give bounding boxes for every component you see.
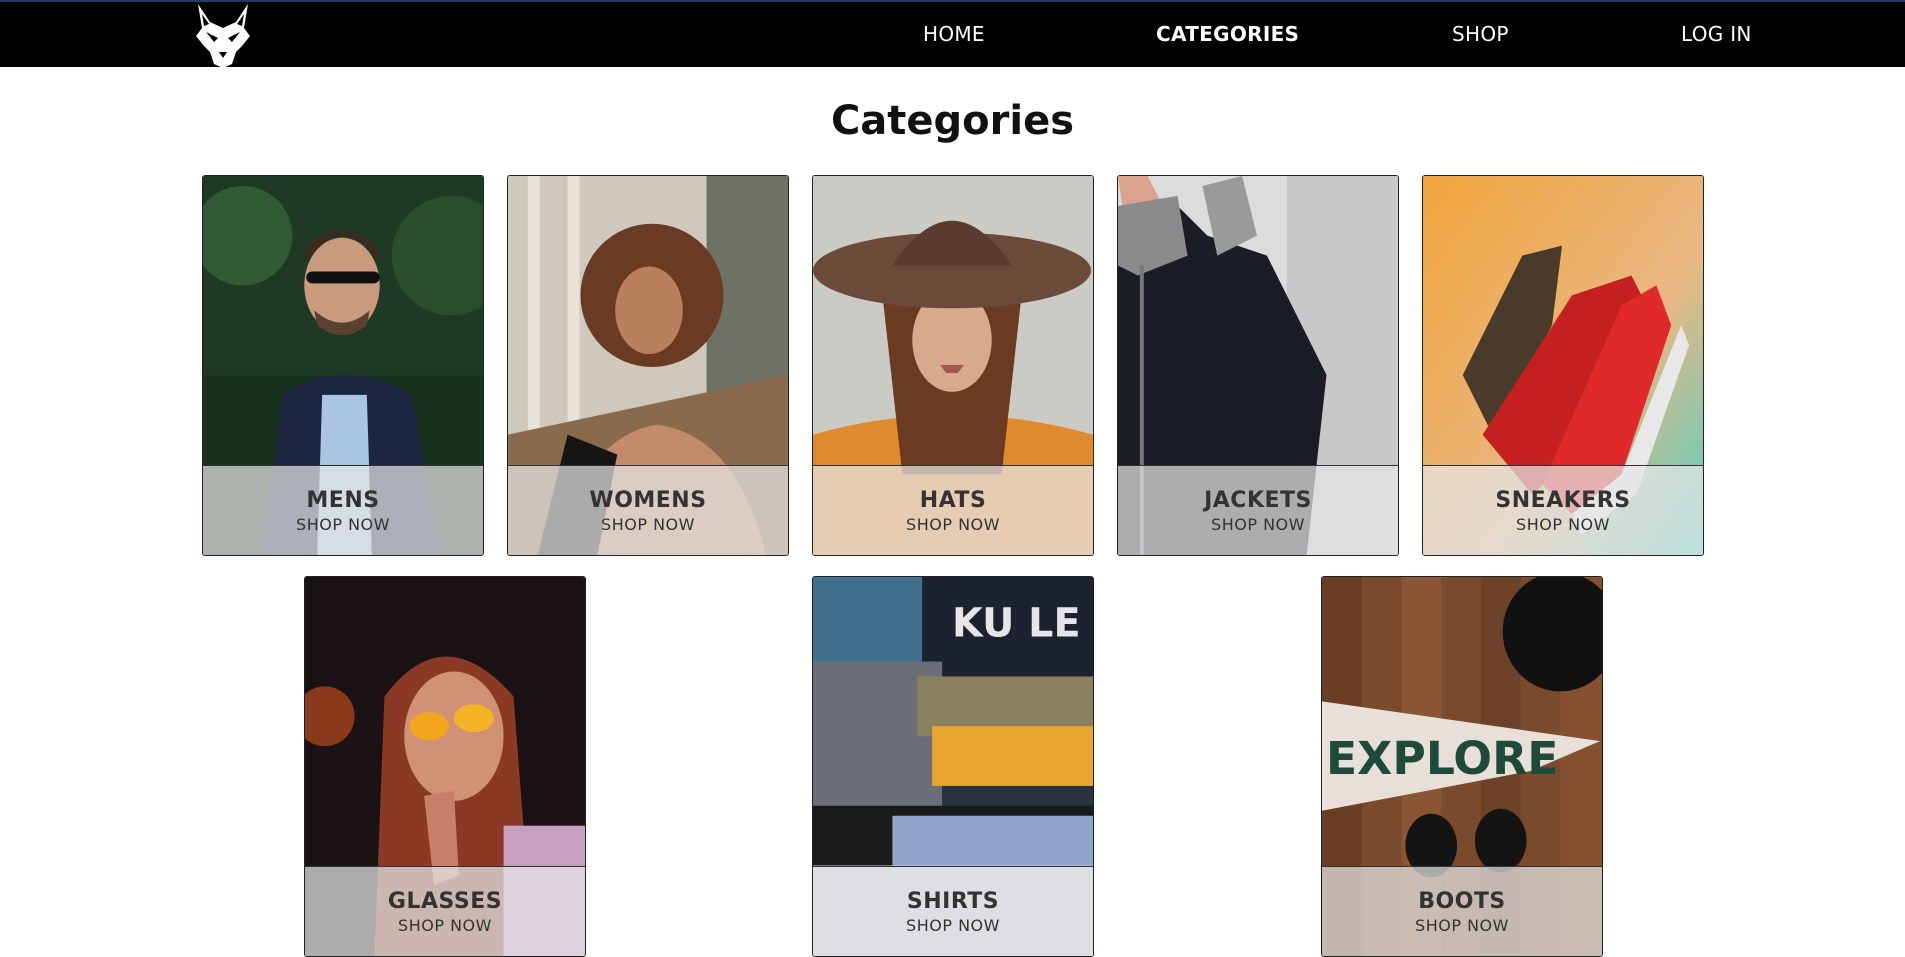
- page-title: Categories: [830, 98, 1075, 144]
- category-overlay: SHIRTS SHOP NOW: [813, 866, 1093, 956]
- shop-now-link[interactable]: SHOP NOW: [203, 515, 483, 534]
- category-name: SNEAKERS: [1495, 488, 1631, 513]
- nav-home-link[interactable]: HOME: [923, 22, 985, 46]
- category-name: BOOTS: [1418, 889, 1506, 914]
- category-name: WOMENS: [589, 488, 707, 513]
- category-name: GLASSES: [387, 889, 503, 914]
- category-overlay: BOOTS SHOP NOW: [1322, 866, 1602, 956]
- shop-now-link[interactable]: SHOP NOW: [1423, 515, 1703, 534]
- nav-shop-link[interactable]: SHOP: [1452, 22, 1509, 46]
- category-overlay: JACKETS SHOP NOW: [1118, 465, 1398, 555]
- category-card-womens[interactable]: WOMENS SHOP NOW: [507, 175, 789, 556]
- category-card-jackets[interactable]: JACKETS SHOP NOW: [1117, 175, 1399, 556]
- category-overlay: SNEAKERS SHOP NOW: [1423, 465, 1703, 555]
- category-overlay: HATS SHOP NOW: [813, 465, 1093, 555]
- category-overlay: MENS SHOP NOW: [203, 465, 483, 555]
- category-card-shirts[interactable]: KU LE SHIRTS SHOP NOW: [812, 576, 1094, 957]
- top-navbar: HOME CATEGORIES SHOP LOG IN: [0, 0, 1905, 68]
- shirts-photo-text: KU LE: [952, 601, 1081, 647]
- shop-now-link[interactable]: SHOP NOW: [508, 515, 788, 534]
- category-overlay: WOMENS SHOP NOW: [508, 465, 788, 555]
- category-name: SHIRTS: [906, 889, 1000, 914]
- category-overlay: GLASSES SHOP NOW: [305, 866, 585, 956]
- category-name: HATS: [919, 488, 987, 513]
- category-name: MENS: [306, 488, 380, 513]
- shop-now-link[interactable]: SHOP NOW: [1322, 916, 1602, 935]
- shop-now-link[interactable]: SHOP NOW: [813, 916, 1093, 935]
- shop-now-link[interactable]: SHOP NOW: [1118, 515, 1398, 534]
- nav-categories-link[interactable]: CATEGORIES: [1156, 22, 1299, 46]
- shop-now-link[interactable]: SHOP NOW: [305, 916, 585, 935]
- category-card-sneakers[interactable]: SNEAKERS SHOP NOW: [1422, 175, 1704, 556]
- wolf-head-logo-icon[interactable]: [192, 2, 254, 68]
- category-card-glasses[interactable]: GLASSES SHOP NOW: [304, 576, 586, 957]
- category-card-boots[interactable]: EXPLORE BOOTS SHOP NOW: [1321, 576, 1603, 957]
- category-card-hats[interactable]: HATS SHOP NOW: [812, 175, 1094, 556]
- category-card-mens[interactable]: MENS SHOP NOW: [202, 175, 484, 556]
- boots-photo-text: EXPLORE: [1326, 732, 1559, 785]
- nav-login-link[interactable]: LOG IN: [1681, 22, 1752, 46]
- category-name: JACKETS: [1204, 488, 1312, 513]
- shop-now-link[interactable]: SHOP NOW: [813, 515, 1093, 534]
